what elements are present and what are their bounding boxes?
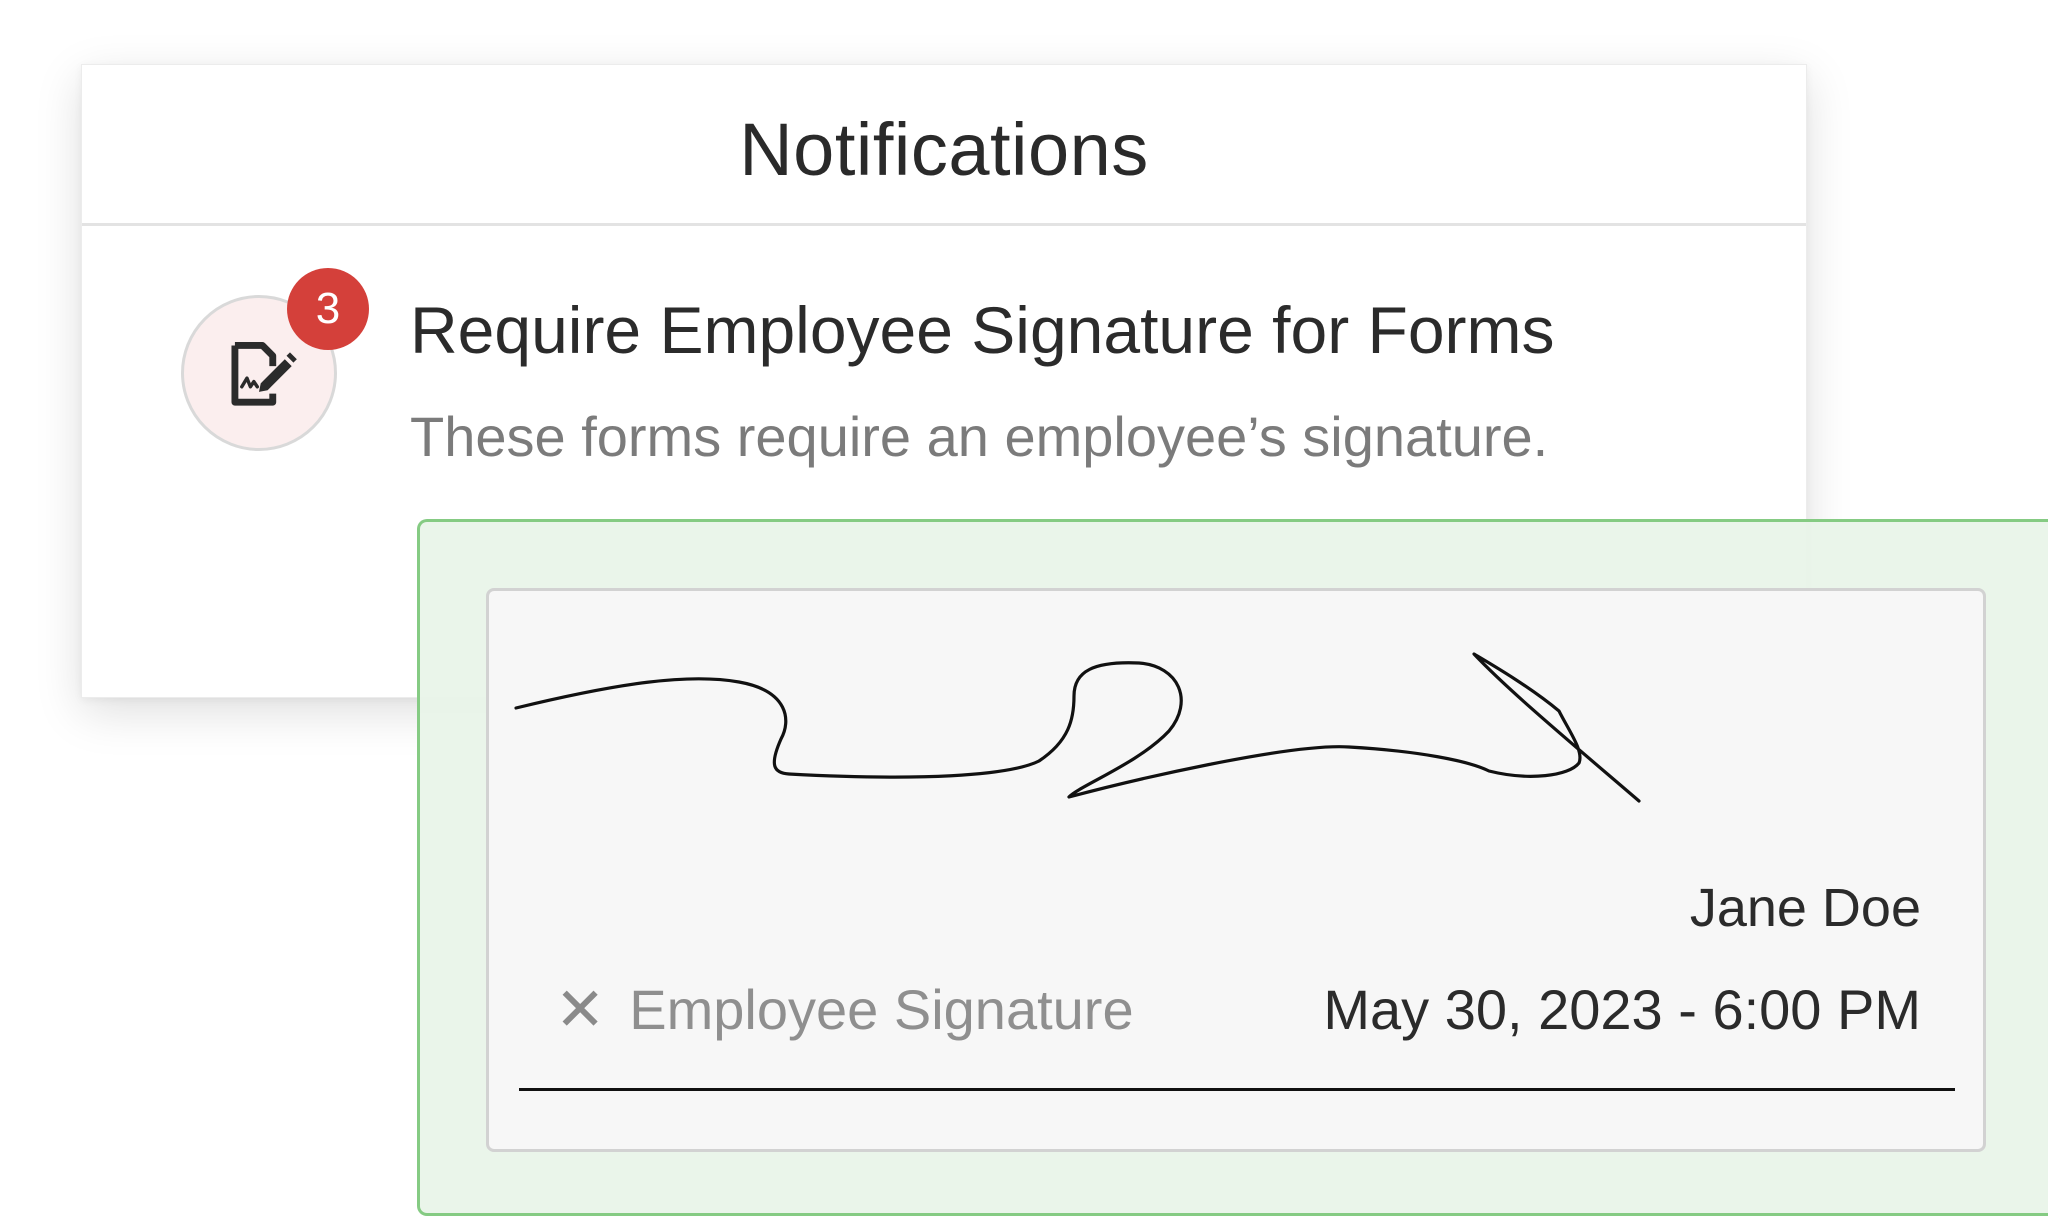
screen: Notifications 3 Require Employee Signatu… [0,0,2048,1216]
signature-line [519,1088,1955,1091]
clear-signature-button[interactable]: ✕ Employee Signature [555,977,1134,1042]
signature-pad[interactable]: Jane Doe ✕ Employee Signature May 30, 20… [486,588,1986,1152]
notification-item[interactable]: 3 Require Employee Signature for Forms T… [82,226,1806,526]
notification-count-badge: 3 [287,268,369,350]
signature-highlight: Jane Doe ✕ Employee Signature May 30, 20… [417,519,2048,1216]
signature-field-label: Employee Signature [629,978,1134,1041]
notifications-title: Notifications [739,107,1149,191]
signature-footer: ✕ Employee Signature May 30, 2023 - 6:00… [555,977,1921,1057]
notification-item-title: Require Employee Signature for Forms [410,293,1555,367]
signature-stroke [514,652,1641,803]
signature-timestamp: May 30, 2023 - 6:00 PM [1323,978,1921,1041]
signature-document-icon-glyph [231,342,297,406]
close-icon: ✕ [555,975,606,1043]
notification-item-description: These forms require an employee’s signat… [410,405,1549,468]
notifications-header: Notifications [82,65,1806,226]
signer-name: Jane Doe [1689,878,1921,938]
